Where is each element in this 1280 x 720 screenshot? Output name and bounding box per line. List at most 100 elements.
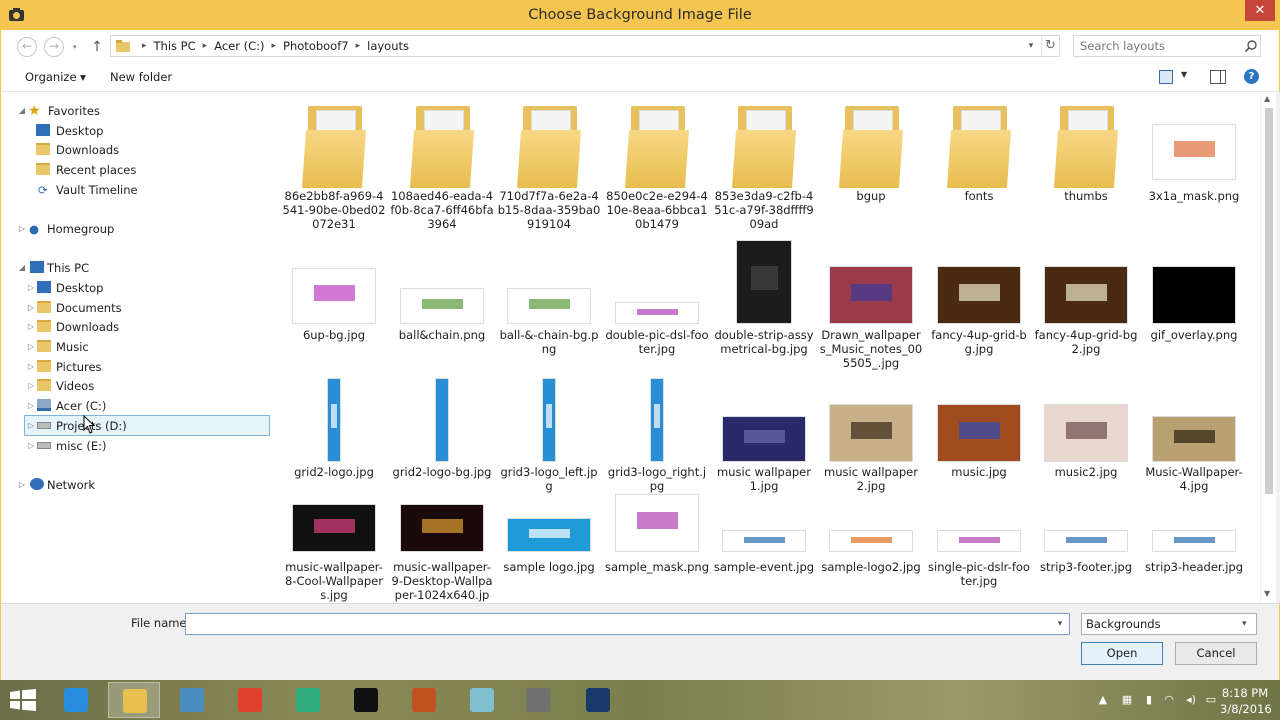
chevron-right-icon: ▸ [142,41,147,51]
file-name-dropdown-icon[interactable]: ▾ [1052,614,1068,634]
chevron-down-icon: ▾ [1242,619,1247,629]
expanded-arrow-icon[interactable]: ◢ [18,258,26,278]
taskbar-app-explorer-2[interactable] [166,682,218,718]
taskbar-app-screen-recorder[interactable] [572,682,624,718]
scroll-up-icon[interactable]: ▲ [1264,94,1270,103]
homegroup-icon: ● [29,222,40,236]
address-dropdown-icon[interactable]: ▾ [1023,36,1039,56]
collapsed-arrow-icon[interactable]: ▷ [27,278,35,298]
navigation-bar: ← → ▾ ↑ ▸ This PC ▸ Acer (C:) ▸ Photoboo… [0,30,1280,64]
nav-fav-downloads-label: Downloads [56,143,120,157]
help-icon[interactable]: ? [1244,69,1259,84]
close-button[interactable]: ✕ [1245,0,1275,21]
screen-recorder-icon [586,688,610,712]
search-input[interactable] [1074,36,1244,56]
breadcrumb-acer-c[interactable]: Acer (C:) [214,36,264,56]
image-file-item[interactable]: strip3-footer.jpg [1034,92,1138,602]
vertical-scrollbar[interactable]: ▲ ▼ [1260,92,1276,603]
chrome-icon [238,688,262,712]
image-file-item[interactable]: sample logo.jpg [497,92,601,602]
file-type-select[interactable]: Backgrounds ▾ [1081,613,1257,635]
desktop-icon [37,281,51,293]
thumbnail-accent [421,518,463,533]
scrollbar-thumb[interactable] [1265,108,1273,494]
taskbar-app-quill[interactable] [398,682,450,718]
forward-button[interactable]: → [44,37,64,57]
change-view-icon[interactable] [1159,70,1173,84]
image-file-item[interactable]: sample_mask.png [605,92,709,602]
volume-icon[interactable]: ◂) [1184,693,1198,707]
recent-locations-chevron-icon[interactable]: ▾ [73,43,77,51]
expanded-arrow-icon[interactable]: ◢ [18,101,26,121]
arrow-up-icon: ↑ [91,39,103,55]
back-button[interactable]: ← [17,37,37,57]
window-title: Choose Background Image File [528,7,752,23]
nav-fav-recent-label: Recent places [56,163,137,177]
command-prompt-icon [354,688,378,712]
thumbnail-accent [1173,537,1215,543]
taskbar-app-notes[interactable] [456,682,508,718]
image-file-item[interactable]: sample-logo2.jpg [819,92,923,602]
taskbar-app-command-prompt[interactable] [340,682,392,718]
view-options-chevron-icon[interactable]: ▼ [1181,70,1187,79]
breadcrumb-layouts[interactable]: layouts [367,36,409,56]
scroll-down-icon[interactable]: ▼ [1264,589,1270,598]
show-hidden-icons-icon[interactable]: ▲ [1096,693,1110,707]
action-center-icon[interactable]: ▭ [1204,693,1218,707]
taskbar-app-camera[interactable] [512,682,564,718]
collapsed-arrow-icon[interactable]: ▷ [18,219,26,239]
breadcrumb-photoboof7[interactable]: Photoboof7 [283,36,349,56]
collapsed-arrow-icon[interactable]: ▷ [27,436,35,456]
image-file-item[interactable]: strip3-header.jpg [1142,92,1246,602]
image-file-item[interactable]: single-pic-dslr-footer.jpg [927,92,1031,602]
collapsed-arrow-icon[interactable]: ▷ [27,376,35,396]
vault-timeline-icon: ⟳ [38,183,48,197]
battery-icon[interactable]: ▮ [1142,693,1156,707]
clock-date[interactable]: 3/8/2016 [1220,702,1272,716]
cancel-button[interactable]: Cancel [1175,642,1257,665]
pictures-folder-icon [37,360,51,372]
collapsed-arrow-icon[interactable]: ▷ [27,396,35,416]
taskbar-app-xodo[interactable] [282,682,334,718]
address-bar[interactable]: ▸ This PC ▸ Acer (C:) ▸ Photoboof7 ▸ lay… [110,35,1060,57]
collapsed-arrow-icon[interactable]: ▷ [27,317,35,337]
breadcrumb-this-pc[interactable]: This PC [154,36,196,56]
image-thumbnail [400,504,484,552]
image-file-item[interactable]: sample-event.jpg [712,92,816,602]
image-file-item[interactable]: music-wallpaper-8-Cool-Wallpapers.jpg [282,92,386,602]
refresh-icon[interactable]: ↻ [1041,36,1059,56]
collapsed-arrow-icon[interactable]: ▷ [27,337,35,357]
search-icon[interactable] [1244,39,1258,53]
computer-icon [30,261,44,273]
thumbnail-accent [313,518,355,533]
collapsed-arrow-icon[interactable]: ▷ [27,298,35,318]
file-name: music-wallpaper-8-Cool-Wallpapers.jpg [285,560,383,602]
music-folder-icon [37,340,51,352]
breadcrumb: ▸ This PC ▸ Acer (C:) ▸ Photoboof7 ▸ lay… [135,36,409,56]
taskbar-app-chrome[interactable] [224,682,276,718]
nav-pc-misc-e-label: misc (E:) [56,439,107,453]
collapsed-arrow-icon[interactable]: ▷ [18,475,26,495]
image-thumbnail [507,518,591,552]
collapsed-arrow-icon[interactable]: ▷ [27,357,35,377]
taskbar-app-internet-explorer[interactable] [50,682,102,718]
preview-pane-icon[interactable] [1210,70,1226,84]
up-button[interactable]: ↑ [90,37,104,57]
downloads-folder-icon [36,143,50,155]
image-file-item[interactable]: music-wallpaper-9-Desktop-Wallpaper-1024… [390,92,494,602]
organize-button[interactable]: Organize ▾ [25,70,86,84]
collapsed-arrow-icon[interactable]: ▷ [27,416,35,436]
new-folder-button[interactable]: New folder [110,70,172,84]
open-button[interactable]: Open [1081,642,1163,665]
windows-start-icon[interactable] [10,689,36,711]
nav-this-pc-label: This PC [47,261,90,275]
windows-flag-icon[interactable]: ▦ [1120,693,1134,707]
clock-time[interactable]: 8:18 PM [1220,686,1270,700]
nav-fav-desktop-label: Desktop [56,124,104,138]
camera-icon [526,688,550,712]
taskbar-app-file-explorer[interactable] [108,682,160,718]
wifi-icon[interactable]: ◠ [1162,693,1176,707]
file-name-input[interactable] [186,614,1048,634]
file-name: sample-logo2.jpg [821,560,921,574]
quill-icon [412,688,436,712]
